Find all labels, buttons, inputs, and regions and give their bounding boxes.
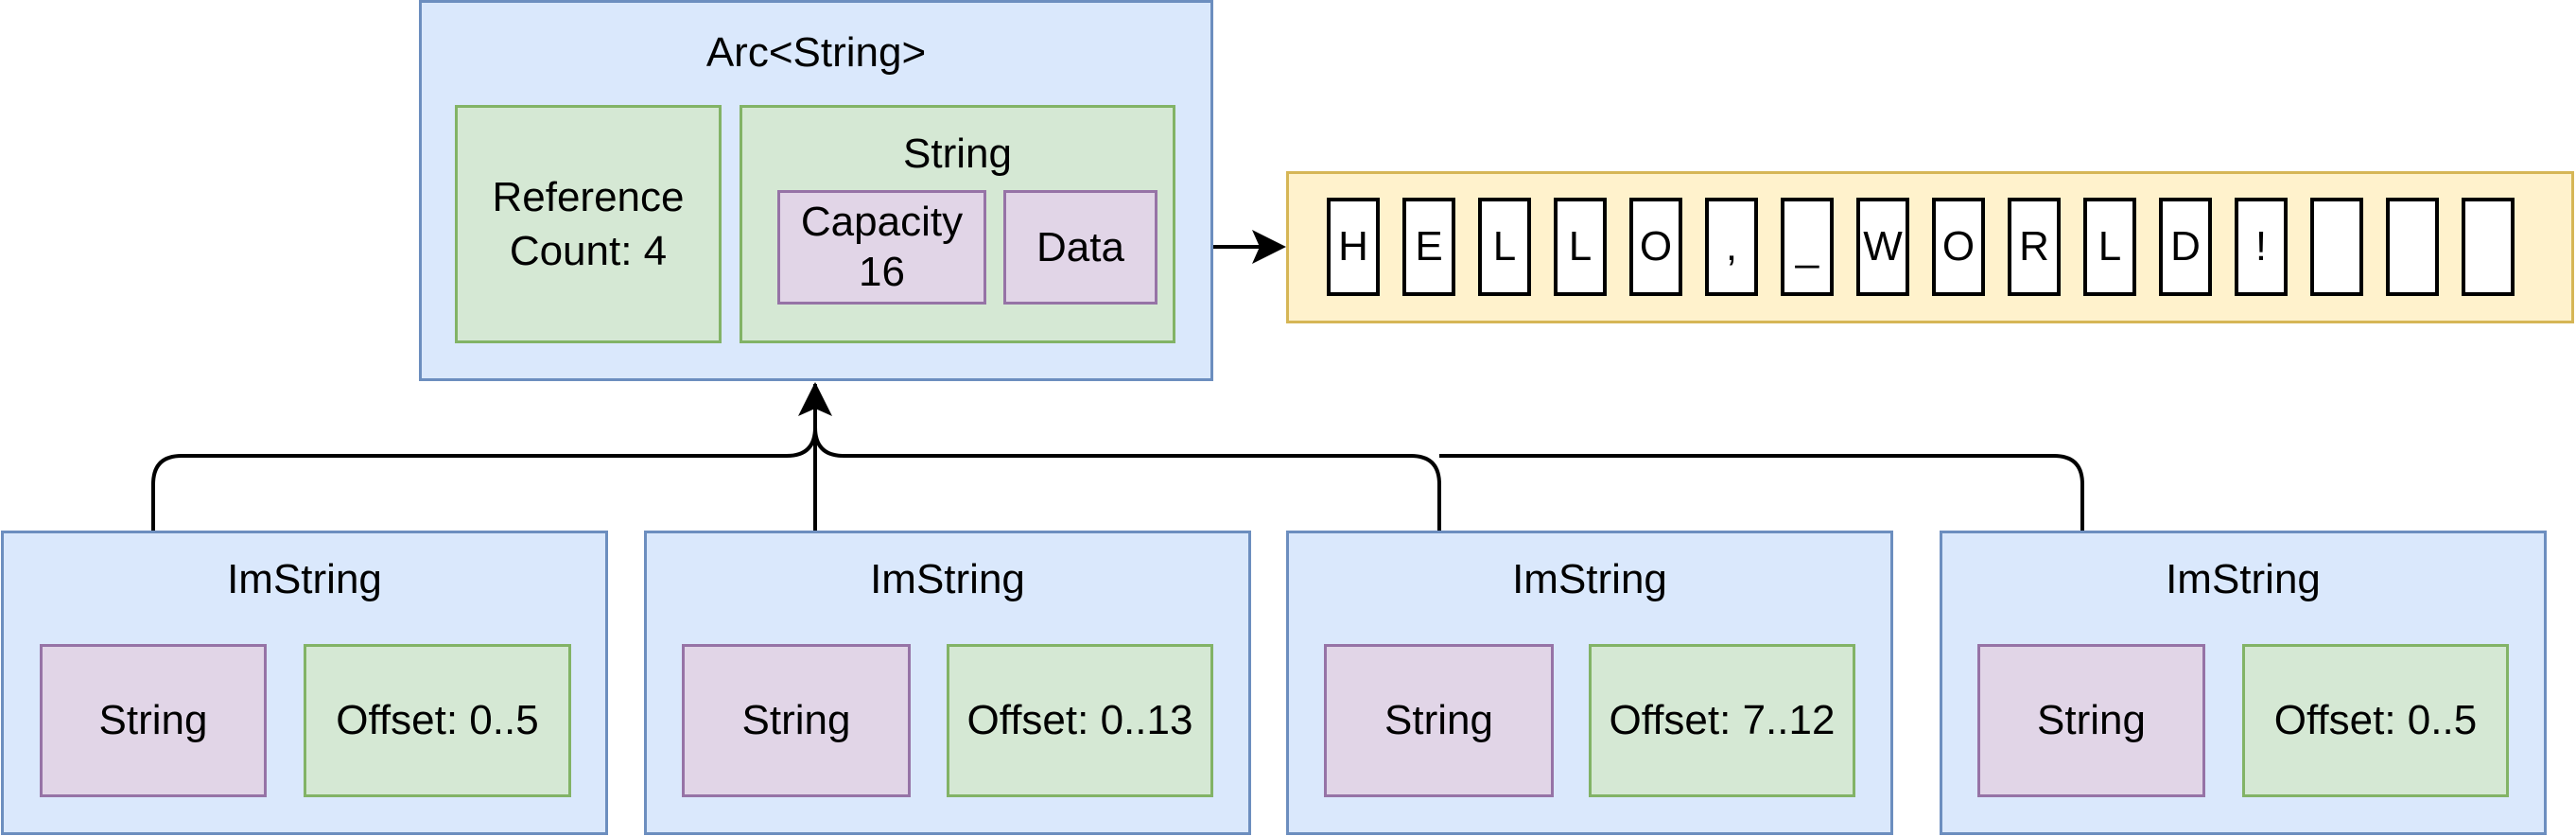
- reference-count-box: Reference Count: 4: [455, 105, 722, 343]
- buffer-cell: [2386, 198, 2439, 296]
- buffer-cell: L: [2083, 198, 2136, 296]
- buffer-cell: ,: [1705, 198, 1758, 296]
- buffer-cell: D: [2159, 198, 2212, 296]
- buffer-cell: _: [1781, 198, 1834, 296]
- imstring-offset-label: Offset: 0..5: [336, 697, 539, 744]
- imstring-string-box: String: [40, 644, 267, 797]
- imstring-offset-box: Offset: 0..5: [304, 644, 571, 797]
- data-label: Data: [1036, 223, 1124, 270]
- buffer-cell: [2462, 198, 2515, 296]
- reference-count-label: Reference Count: 4: [492, 173, 685, 274]
- imstring-title: ImString: [1512, 556, 1667, 602]
- imstring-offset-label: Offset: 7..12: [1609, 697, 1836, 744]
- imstring-string-label: String: [1384, 697, 1493, 744]
- imstring-offset-box: Offset: 0..5: [2242, 644, 2509, 797]
- buffer-cell: R: [2008, 198, 2061, 296]
- imstring-string-label: String: [2037, 697, 2146, 744]
- imstring-string-label: String: [98, 697, 208, 744]
- buffer-cell: !: [2235, 198, 2288, 296]
- imstring-title: ImString: [2166, 556, 2321, 602]
- imstring-offset-box: Offset: 7..12: [1589, 644, 1855, 797]
- capacity-label: Capacity 16: [800, 198, 964, 295]
- imstring-string-box: String: [1977, 644, 2205, 797]
- buffer-cell: W: [1856, 198, 1909, 296]
- capacity-box: Capacity 16: [777, 190, 986, 305]
- imstring-string-box: String: [682, 644, 911, 797]
- data-pointer-box: Data: [1003, 190, 1157, 305]
- arc-title: Arc<String>: [705, 29, 927, 76]
- imstring-offset-label: Offset: 0..5: [2273, 697, 2478, 744]
- imstring-offset-box: Offset: 0..13: [947, 644, 1213, 797]
- buffer-cell: O: [1629, 198, 1682, 296]
- arc-string-title: String: [903, 131, 1012, 177]
- buffer-cell: L: [1554, 198, 1607, 296]
- buffer-cell: H: [1327, 198, 1380, 296]
- imstring-title: ImString: [227, 556, 382, 602]
- imstring-string-box: String: [1324, 644, 1554, 797]
- buffer-cell: L: [1478, 198, 1531, 296]
- buffer-cell: O: [1932, 198, 1985, 296]
- imstring-string-label: String: [741, 697, 851, 744]
- buffer-cell: [2310, 198, 2363, 296]
- imstring-title: ImString: [870, 556, 1025, 602]
- buffer-cell: E: [1402, 198, 1455, 296]
- imstring-offset-label: Offset: 0..13: [966, 697, 1193, 744]
